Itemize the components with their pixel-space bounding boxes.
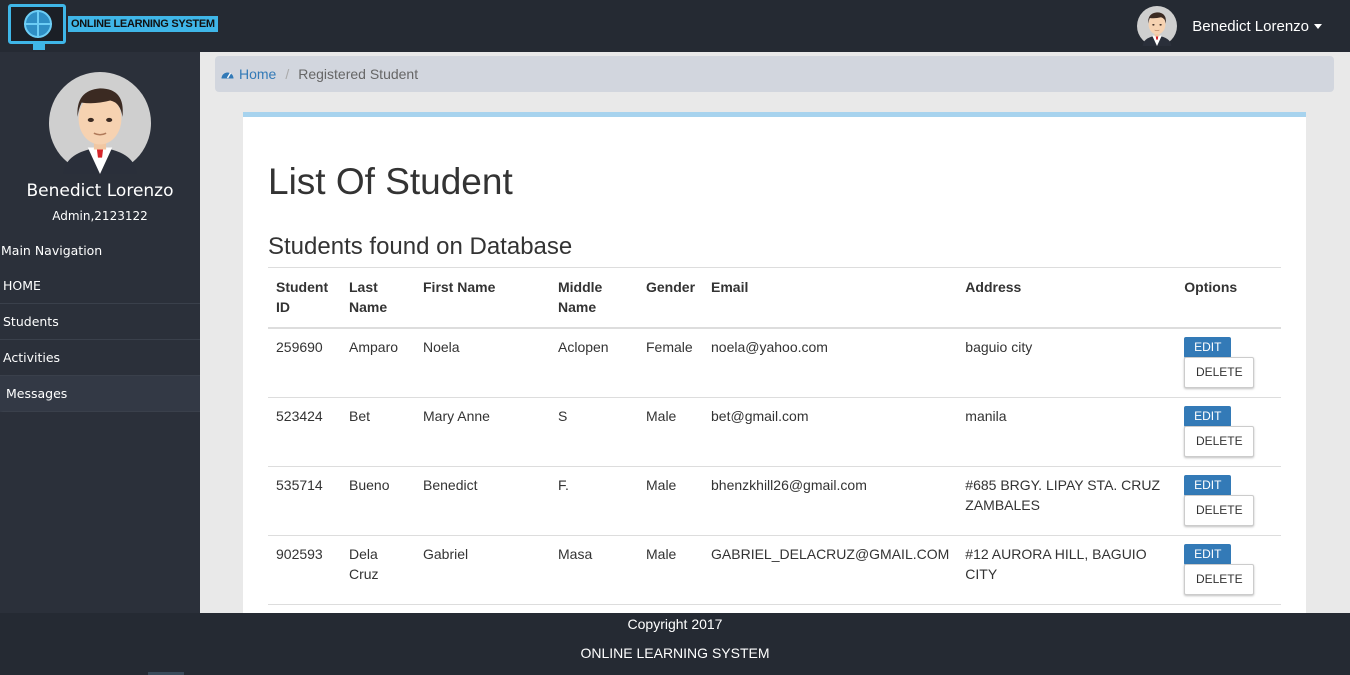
cell-middle-name: S — [550, 396, 638, 466]
delete-button[interactable]: DELETE — [1184, 357, 1255, 388]
cell-email: GABRIEL_DELACRUZ@GMAIL.COM — [703, 534, 958, 604]
cell-options: EDIT DELETE — [1176, 534, 1281, 604]
nav-header: Main Navigation — [1, 243, 103, 258]
breadcrumb-home-link[interactable]: Home — [221, 66, 276, 82]
cell-email: noela@yahoo.com — [703, 327, 958, 397]
cell-middle-name: Aclopen — [550, 327, 638, 397]
footer-copyright: Copyright 2017 — [627, 616, 723, 632]
column-header: Address — [957, 267, 1177, 329]
cell-first-name: Noela — [415, 327, 550, 397]
section-title: Students found on Database — [268, 233, 573, 260]
page-title: List Of Student — [268, 161, 513, 202]
cell-address: baguio city — [957, 327, 1177, 397]
cell-empty — [957, 603, 1177, 613]
profile-avatar — [49, 72, 151, 174]
dashboard-icon — [221, 72, 234, 79]
column-header: First Name — [415, 267, 550, 329]
sidebar-item-activities[interactable]: Activities — [0, 340, 200, 376]
cell-empty — [341, 603, 415, 613]
cell-options: EDIT DELETE — [1176, 465, 1281, 535]
students-table: Student ID Last Name First Name Middle N… — [268, 267, 1281, 613]
cell-student-id: 535714 — [268, 465, 341, 535]
cell-address: manila — [957, 396, 1177, 466]
avatar — [1137, 6, 1178, 46]
table-row: 535714 Bueno Benedict F. Male bhenzkhill26@gm… — [268, 465, 1281, 535]
breadcrumb-separator: / — [285, 66, 290, 82]
cell-address: #685 BRGY. LIPAY STA. CRUZ ZAMBALES — [957, 465, 1177, 535]
cell-gender: Male — [638, 396, 704, 466]
column-header: Last Name — [341, 267, 415, 329]
cell-empty — [268, 603, 341, 613]
cell-middle-name: F. — [550, 465, 638, 535]
cell-last-name: Dela Cruz — [341, 534, 415, 604]
sidebar-nav: HOME Students Activities Messages — [0, 268, 200, 412]
sidebar-item-messages[interactable]: Messages — [0, 376, 200, 412]
cell-last-name: Amparo — [341, 327, 415, 397]
logo-text: ONLINE LEARNING SYSTEM — [68, 16, 218, 32]
delete-button[interactable]: DELETE — [1184, 425, 1255, 457]
delete-button[interactable]: DELETE — [1184, 494, 1255, 526]
table-row: 902593 Dela Cruz Gabriel Masa Male GABRIEL_DE… — [268, 534, 1281, 604]
cell-empty — [415, 603, 550, 613]
cell-empty — [703, 603, 958, 613]
sidebar-item-students[interactable]: Students — [0, 304, 200, 340]
user-menu-dropdown[interactable]: Benedict Lorenzo — [1137, 6, 1322, 46]
edit-button[interactable]: EDIT — [1184, 405, 1232, 427]
cell-first-name: Benedict — [415, 465, 550, 535]
edit-button[interactable]: EDIT — [1184, 337, 1232, 358]
cell-empty — [550, 603, 638, 613]
cell-address: #12 AURORA HILL, BAGUIO CITY — [957, 534, 1177, 604]
cell-student-id: 902593 — [268, 534, 341, 604]
breadcrumb: Home / Registered Student — [215, 56, 1334, 92]
sidebar-item-home[interactable]: HOME — [0, 268, 200, 304]
cell-gender: Female — [638, 327, 704, 397]
user-menu-name: Benedict Lorenzo — [1192, 17, 1309, 35]
edit-button[interactable]: EDIT — [1184, 474, 1232, 496]
cell-options: EDIT DELETE — [1176, 396, 1281, 466]
cell-first-name: Mary Anne — [415, 396, 550, 466]
cell-student-id: 523424 — [268, 396, 341, 466]
cell-email: bhenzkhill26@gmail.com — [703, 465, 958, 535]
top-navbar: ONLINE LEARNING SYSTEM Benedict Lorenzo — [0, 0, 1350, 52]
cell-first-name: Gabriel — [415, 534, 550, 604]
column-header: Middle Name — [550, 267, 638, 329]
cell-student-id: 259690 — [268, 327, 341, 397]
column-header: Options — [1176, 267, 1281, 329]
column-header: Gender — [638, 267, 704, 329]
footer-system-name: ONLINE LEARNING SYSTEM — [580, 645, 770, 661]
cell-last-name: Bet — [341, 396, 415, 466]
profile-role: Admin,2123122 — [52, 209, 148, 223]
cell-middle-name: Masa — [550, 534, 638, 604]
footer: Copyright 2017 ONLINE LEARNING SYSTEM — [0, 613, 1350, 675]
caret-down-icon — [1314, 23, 1322, 29]
column-header: Email — [703, 267, 958, 329]
table-row: 259690 Amparo Noela Aclopen Female noela@yaho… — [268, 327, 1281, 397]
cell-empty — [638, 603, 704, 613]
edit-button[interactable]: EDIT — [1184, 543, 1232, 565]
column-header: Student ID — [268, 267, 341, 329]
sidebar: Benedict Lorenzo Admin,2123122 Main Navi… — [0, 52, 200, 613]
cell-gender: Male — [638, 465, 704, 535]
cell-options: EDIT — [1176, 603, 1281, 613]
app-logo[interactable]: ONLINE LEARNING SYSTEM — [8, 4, 218, 50]
globe-monitor-icon — [8, 4, 66, 50]
cell-email: bet@gmail.com — [703, 396, 958, 466]
profile-name: Benedict Lorenzo — [26, 181, 174, 201]
delete-button[interactable]: DELETE — [1184, 563, 1255, 595]
breadcrumb-current: Registered Student — [298, 66, 419, 82]
cell-options: EDIT DELETE — [1176, 327, 1281, 397]
content-box: List Of Student Students found on Databa… — [243, 112, 1306, 613]
cell-gender: Male — [638, 534, 704, 604]
breadcrumb-home-label: Home — [239, 66, 277, 82]
table-row: EDIT — [268, 603, 1281, 613]
table-row: 523424 Bet Mary Anne S Male bet@gmail.com mani… — [268, 396, 1281, 466]
table-header-row: Student ID Last Name First Name Middle N… — [268, 267, 1281, 329]
cell-last-name: Bueno — [341, 465, 415, 535]
